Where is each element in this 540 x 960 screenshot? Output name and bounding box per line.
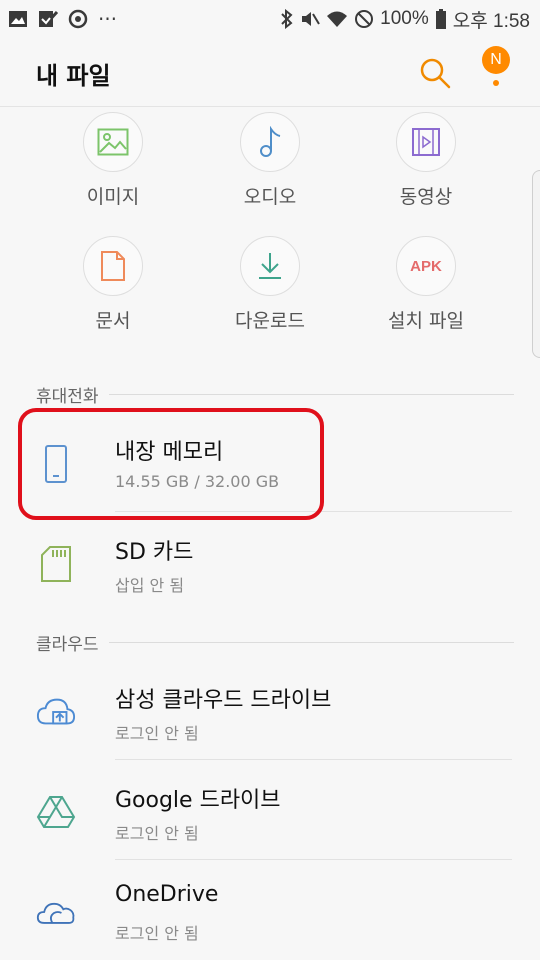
mute-icon	[300, 9, 321, 29]
section-title: 휴대전화	[36, 387, 99, 407]
battery-icon	[435, 9, 447, 29]
appbar-divider	[0, 106, 540, 107]
apk-icon: APK	[396, 236, 456, 296]
app-bar: 내 파일 N	[0, 38, 540, 106]
bluetooth-icon	[280, 9, 294, 29]
battery-percent: 100%	[380, 8, 429, 29]
gallery-notification-icon	[8, 10, 28, 28]
more-notifications-icon: ⋯	[98, 8, 117, 30]
account-badge: N	[482, 46, 510, 74]
status-bar: ⋯ 100% 오후 1:58	[0, 0, 540, 38]
wifi-icon	[326, 10, 348, 28]
category-audio[interactable]: 오디오	[200, 112, 340, 209]
category-label: 설치 파일	[388, 310, 464, 332]
sync-notification-icon	[68, 9, 88, 29]
category-label: 이미지	[86, 186, 140, 208]
category-images[interactable]: 이미지	[43, 112, 183, 209]
category-label: 다운로드	[235, 310, 305, 332]
image-icon	[83, 112, 143, 172]
music-note-icon	[240, 112, 300, 172]
item-subtitle: 삽입 안 됨	[115, 576, 185, 595]
section-header-phone: 휴대전화	[36, 382, 514, 407]
notification-icons: ⋯	[0, 8, 117, 31]
category-videos[interactable]: 동영상	[356, 112, 496, 209]
edge-panel-handle[interactable]	[532, 170, 540, 358]
search-button[interactable]	[418, 56, 452, 90]
section-header-cloud: 클라우드	[36, 630, 514, 655]
cloud-item-samsung[interactable]: 삼성 클라우드 드라이브 로그인 안 됨	[0, 660, 540, 760]
system-icons: 100% 오후 1:58	[280, 6, 540, 33]
apk-icon-text: APK	[410, 257, 442, 275]
item-title: OneDrive	[115, 882, 219, 907]
internal-storage-highlight	[18, 408, 324, 520]
category-downloads[interactable]: 다운로드	[200, 236, 340, 333]
section-divider	[108, 394, 514, 395]
item-subtitle: 로그인 안 됨	[115, 824, 199, 843]
cloud-item-google-drive[interactable]: Google 드라이브 로그인 안 됨	[0, 760, 540, 860]
search-icon	[420, 58, 451, 89]
download-icon	[240, 236, 300, 296]
section-divider	[108, 642, 514, 643]
account-indicator-dot	[493, 80, 499, 86]
video-icon	[396, 112, 456, 172]
category-label: 동영상	[399, 186, 453, 208]
samsung-cloud-icon	[36, 692, 76, 732]
item-subtitle: 로그인 안 됨	[115, 724, 199, 743]
category-installation-files[interactable]: APK 설치 파일	[356, 236, 496, 333]
sd-card-icon	[36, 544, 76, 584]
document-icon	[83, 236, 143, 296]
item-title: 삼성 클라우드 드라이브	[115, 688, 332, 713]
item-subtitle: 로그인 안 됨	[115, 924, 199, 943]
category-label: 문서	[95, 310, 131, 332]
item-title: Google 드라이브	[115, 788, 281, 813]
clock: 오후 1:58	[452, 10, 530, 32]
category-documents[interactable]: 문서	[43, 236, 183, 333]
onedrive-icon	[36, 892, 76, 932]
cloud-item-onedrive[interactable]: OneDrive 로그인 안 됨	[0, 860, 540, 960]
google-drive-icon	[36, 792, 76, 832]
do-not-disturb-icon	[354, 9, 374, 29]
category-label: 오디오	[243, 186, 297, 208]
checkmark-notification-icon	[38, 10, 58, 28]
section-title: 클라우드	[36, 635, 99, 655]
item-title: SD 카드	[115, 540, 194, 565]
account-menu-button[interactable]: N	[478, 46, 518, 98]
storage-item-sd-card[interactable]: SD 카드 삽입 안 됨	[0, 512, 540, 612]
page-title: 내 파일	[36, 62, 111, 90]
